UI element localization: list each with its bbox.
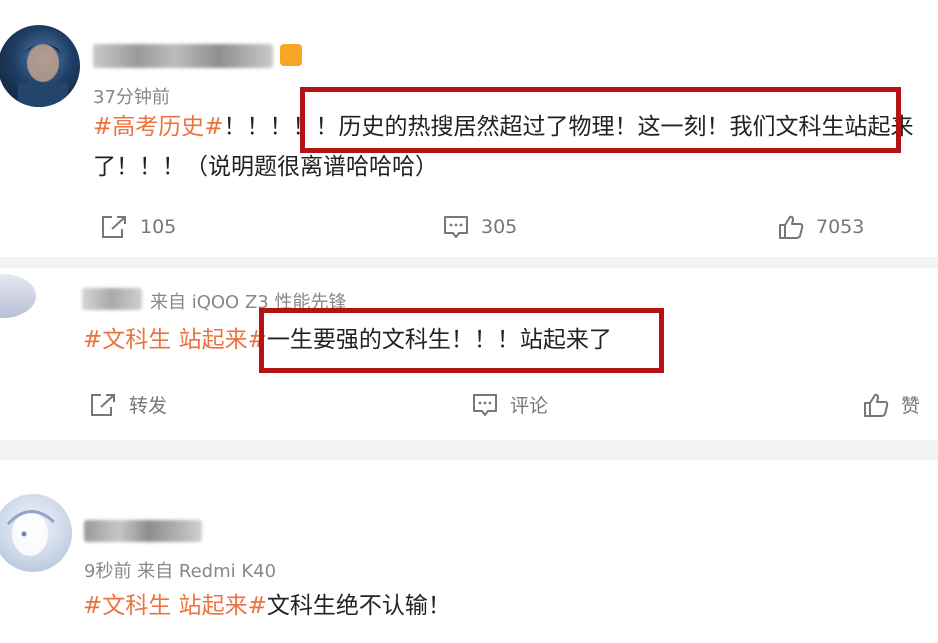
comment-icon bbox=[443, 214, 469, 240]
like-count: 7053 bbox=[816, 216, 865, 238]
share-icon bbox=[89, 392, 117, 418]
share-label: 转发 bbox=[129, 395, 168, 417]
hashtag-link[interactable]: #高考历史# bbox=[93, 114, 224, 140]
post-text: 文科生绝不认输！ bbox=[266, 593, 451, 619]
avatar-image bbox=[18, 44, 68, 107]
like-button[interactable]: 赞 bbox=[863, 391, 920, 418]
username-blurred[interactable] bbox=[82, 288, 142, 310]
post-text-highlight: 一生要强的文科生！！！站起来了 bbox=[266, 327, 612, 353]
post-card-2: 来自 iQOO Z3 性能先锋 #文科生 站起来#一生要强的文科生！！！站起来了… bbox=[0, 268, 938, 440]
avatar[interactable] bbox=[0, 494, 72, 572]
share-icon bbox=[100, 214, 128, 240]
like-button[interactable]: 7053 bbox=[778, 214, 864, 240]
avatar[interactable] bbox=[0, 25, 80, 107]
comment-button[interactable]: 305 bbox=[443, 214, 517, 240]
share-button[interactable]: 转发 bbox=[89, 391, 167, 418]
post-text-pre: ！！！！！ bbox=[223, 114, 339, 140]
comment-icon bbox=[472, 392, 498, 418]
avatar[interactable] bbox=[0, 274, 36, 318]
username-blurred[interactable] bbox=[84, 520, 202, 542]
post-card-1: 37分钟前 #高考历史#！！！！！历史的热搜居然超过了物理！这一刻！我们文科生站… bbox=[0, 0, 938, 257]
vip-badge-icon bbox=[280, 44, 302, 66]
post-source: 9秒前 来自 Redmi K40 bbox=[84, 561, 277, 582]
post-content: #文科生 站起来#文科生绝不认输！ bbox=[83, 588, 451, 624]
like-icon bbox=[778, 214, 804, 240]
avatar-image bbox=[6, 510, 56, 556]
post-content-line2: 了！！！（说明题很离谱哈哈哈） bbox=[93, 154, 438, 180]
post-time: 37分钟前 bbox=[93, 87, 170, 108]
comment-label: 评论 bbox=[510, 395, 549, 417]
like-label: 赞 bbox=[901, 395, 921, 417]
like-icon bbox=[863, 392, 889, 418]
comment-button[interactable]: 评论 bbox=[472, 391, 548, 418]
comment-count: 305 bbox=[481, 216, 518, 238]
hashtag-link[interactable]: #文科生 站起来# bbox=[83, 593, 267, 619]
hashtag-link[interactable]: #文科生 站起来# bbox=[83, 327, 267, 353]
post-source: 来自 iQOO Z3 性能先锋 bbox=[150, 292, 347, 313]
share-count: 105 bbox=[140, 216, 177, 238]
post-content: #文科生 站起来#一生要强的文科生！！！站起来了 bbox=[83, 322, 612, 358]
username-blurred[interactable] bbox=[93, 44, 273, 68]
share-button[interactable]: 105 bbox=[100, 214, 176, 240]
post-card-3: 9秒前 来自 Redmi K40 #文科生 站起来#文科生绝不认输！ bbox=[0, 460, 938, 643]
post-content: #高考历史#！！！！！历史的热搜居然超过了物理！这一刻！我们文科生站起来 bbox=[93, 109, 914, 145]
post-text-highlight: 历史的热搜居然超过了物理！这一刻！我们文科生站起来 bbox=[338, 114, 914, 140]
